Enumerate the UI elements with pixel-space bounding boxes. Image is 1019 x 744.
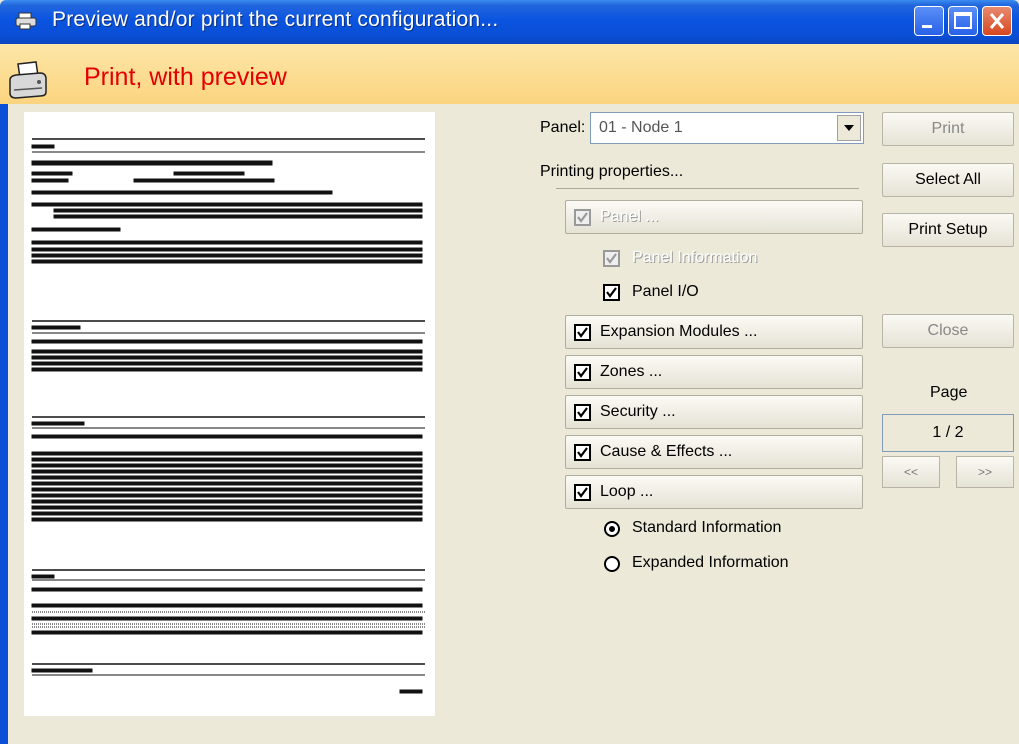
standard-information-radio[interactable] bbox=[604, 521, 620, 537]
standard-information-label[interactable]: Standard Information bbox=[632, 519, 781, 537]
panel-checkbox-button: Panel ... bbox=[565, 200, 863, 234]
select-all-button-label: Select All bbox=[915, 171, 981, 188]
panel-information-label: Panel Information bbox=[632, 249, 758, 266]
panel-checkbox bbox=[574, 209, 591, 226]
expansion-modules-checkbox-button[interactable]: Expansion Modules ... bbox=[565, 315, 863, 349]
expansion-modules-label: Expansion Modules ... bbox=[600, 323, 758, 340]
zones-label: Zones ... bbox=[600, 363, 663, 380]
print-setup-button-label: Print Setup bbox=[908, 221, 988, 238]
next-page-button[interactable]: >> bbox=[956, 456, 1014, 488]
printing-properties-label: Printing properties... bbox=[540, 163, 684, 180]
separator bbox=[556, 188, 859, 189]
print-button[interactable]: Print bbox=[882, 112, 1014, 146]
print-button-label: Print bbox=[931, 120, 965, 137]
select-all-button[interactable]: Select All bbox=[882, 163, 1014, 197]
window-border bbox=[0, 104, 8, 744]
panel-checkbox-label: Panel ... bbox=[600, 208, 659, 225]
minimize-button[interactable] bbox=[914, 6, 944, 36]
loop-label: Loop ... bbox=[600, 483, 654, 500]
loop-checkbox-button[interactable]: Loop ... bbox=[565, 475, 863, 509]
printer-icon bbox=[9, 61, 47, 99]
page-label: Page bbox=[930, 384, 968, 401]
zones-checkbox[interactable] bbox=[574, 364, 591, 381]
print-setup-button[interactable]: Print Setup bbox=[882, 213, 1014, 247]
cause-effects-checkbox[interactable] bbox=[574, 444, 591, 461]
window-title: Preview and/or print the current configu… bbox=[52, 8, 499, 31]
security-checkbox-button[interactable]: Security ... bbox=[565, 395, 863, 429]
close-button-label: Close bbox=[927, 322, 969, 339]
panel-io-checkbox[interactable] bbox=[603, 284, 620, 301]
expanded-information-label[interactable]: Expanded Information bbox=[632, 554, 789, 572]
dropdown-button[interactable] bbox=[837, 115, 861, 141]
panel-information-checkbox bbox=[603, 250, 620, 267]
loop-checkbox[interactable] bbox=[574, 484, 591, 501]
expansion-modules-checkbox[interactable] bbox=[574, 324, 591, 341]
header-title: Print, with preview bbox=[84, 63, 287, 91]
minimize-icon bbox=[922, 25, 932, 28]
preview-content-graphic bbox=[31, 138, 425, 694]
maximize-icon bbox=[954, 12, 972, 29]
cause-effects-checkbox-button[interactable]: Cause & Effects ... bbox=[565, 435, 863, 469]
security-checkbox[interactable] bbox=[574, 404, 591, 421]
close-button[interactable]: Close bbox=[882, 314, 1014, 348]
maximize-button[interactable] bbox=[948, 6, 978, 36]
panel-select[interactable]: 01 - Node 1 bbox=[590, 112, 864, 144]
close-window-button[interactable] bbox=[982, 6, 1012, 36]
panel-label: Panel: bbox=[540, 119, 586, 136]
print-preview-page bbox=[24, 112, 435, 716]
page-indicator: 1 / 2 bbox=[882, 414, 1014, 452]
chevron-down-icon bbox=[844, 125, 854, 131]
expanded-information-radio[interactable] bbox=[604, 556, 620, 572]
printer-small-icon bbox=[15, 12, 37, 30]
zones-checkbox-button[interactable]: Zones ... bbox=[565, 355, 863, 389]
panel-io-label[interactable]: Panel I/O bbox=[632, 283, 699, 301]
security-label: Security ... bbox=[600, 403, 676, 420]
cause-effects-label: Cause & Effects ... bbox=[600, 443, 733, 460]
close-icon bbox=[989, 13, 1005, 29]
previous-page-button[interactable]: << bbox=[882, 456, 940, 488]
panel-select-value: 01 - Node 1 bbox=[599, 119, 683, 136]
